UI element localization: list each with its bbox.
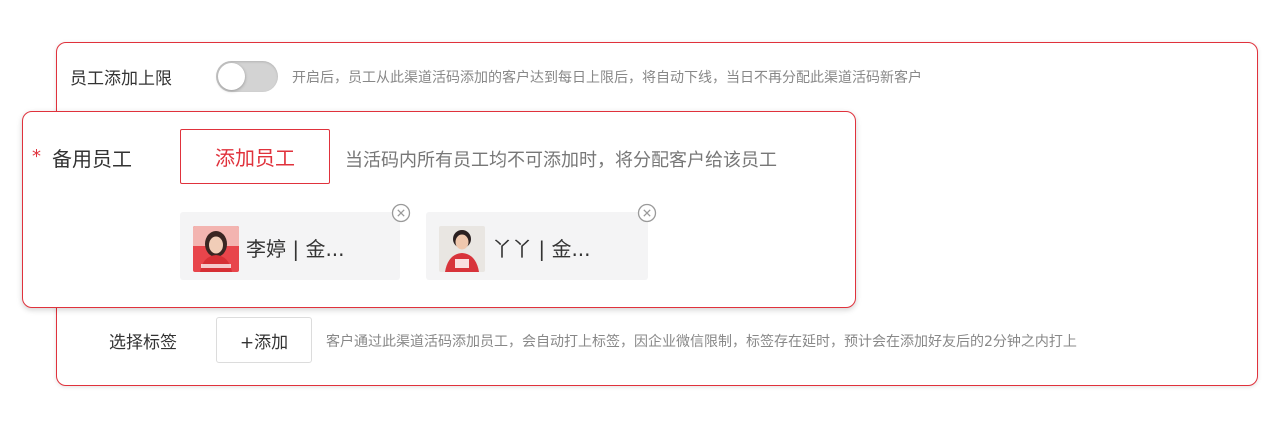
daily-limit-label: 员工添加上限 bbox=[70, 69, 172, 89]
add-staff-button[interactable]: 添加员工 bbox=[180, 129, 330, 184]
backup-staff-label: 备用员工 bbox=[52, 147, 132, 171]
staff-chip: 丫丫 | 金... bbox=[426, 212, 648, 280]
staff-chip: 李婷 | 金... bbox=[180, 212, 400, 280]
daily-limit-toggle[interactable] bbox=[216, 61, 278, 92]
toggle-knob bbox=[218, 63, 245, 90]
add-tag-button[interactable]: +添加 bbox=[216, 317, 312, 363]
user-photo-icon bbox=[439, 226, 485, 272]
tag-hint: 客户通过此渠道活码添加员工，会自动打上标签，因企业微信限制，标签存在延时，预计会… bbox=[326, 334, 1077, 350]
close-circle-icon[interactable] bbox=[637, 203, 657, 223]
staff-name: 丫丫 | 金... bbox=[492, 237, 591, 261]
required-asterisk: * bbox=[32, 146, 41, 167]
staff-name: 李婷 | 金... bbox=[246, 237, 345, 261]
daily-limit-hint: 开启后，员工从此渠道活码添加的客户达到每日上限后，将自动下线，当日不再分配此渠道… bbox=[292, 70, 922, 86]
user-photo-icon bbox=[193, 226, 239, 272]
close-circle-icon[interactable] bbox=[391, 203, 411, 223]
backup-staff-hint: 当活码内所有员工均不可添加时，将分配客户给该员工 bbox=[345, 150, 777, 171]
tag-select-label: 选择标签 bbox=[109, 333, 177, 353]
